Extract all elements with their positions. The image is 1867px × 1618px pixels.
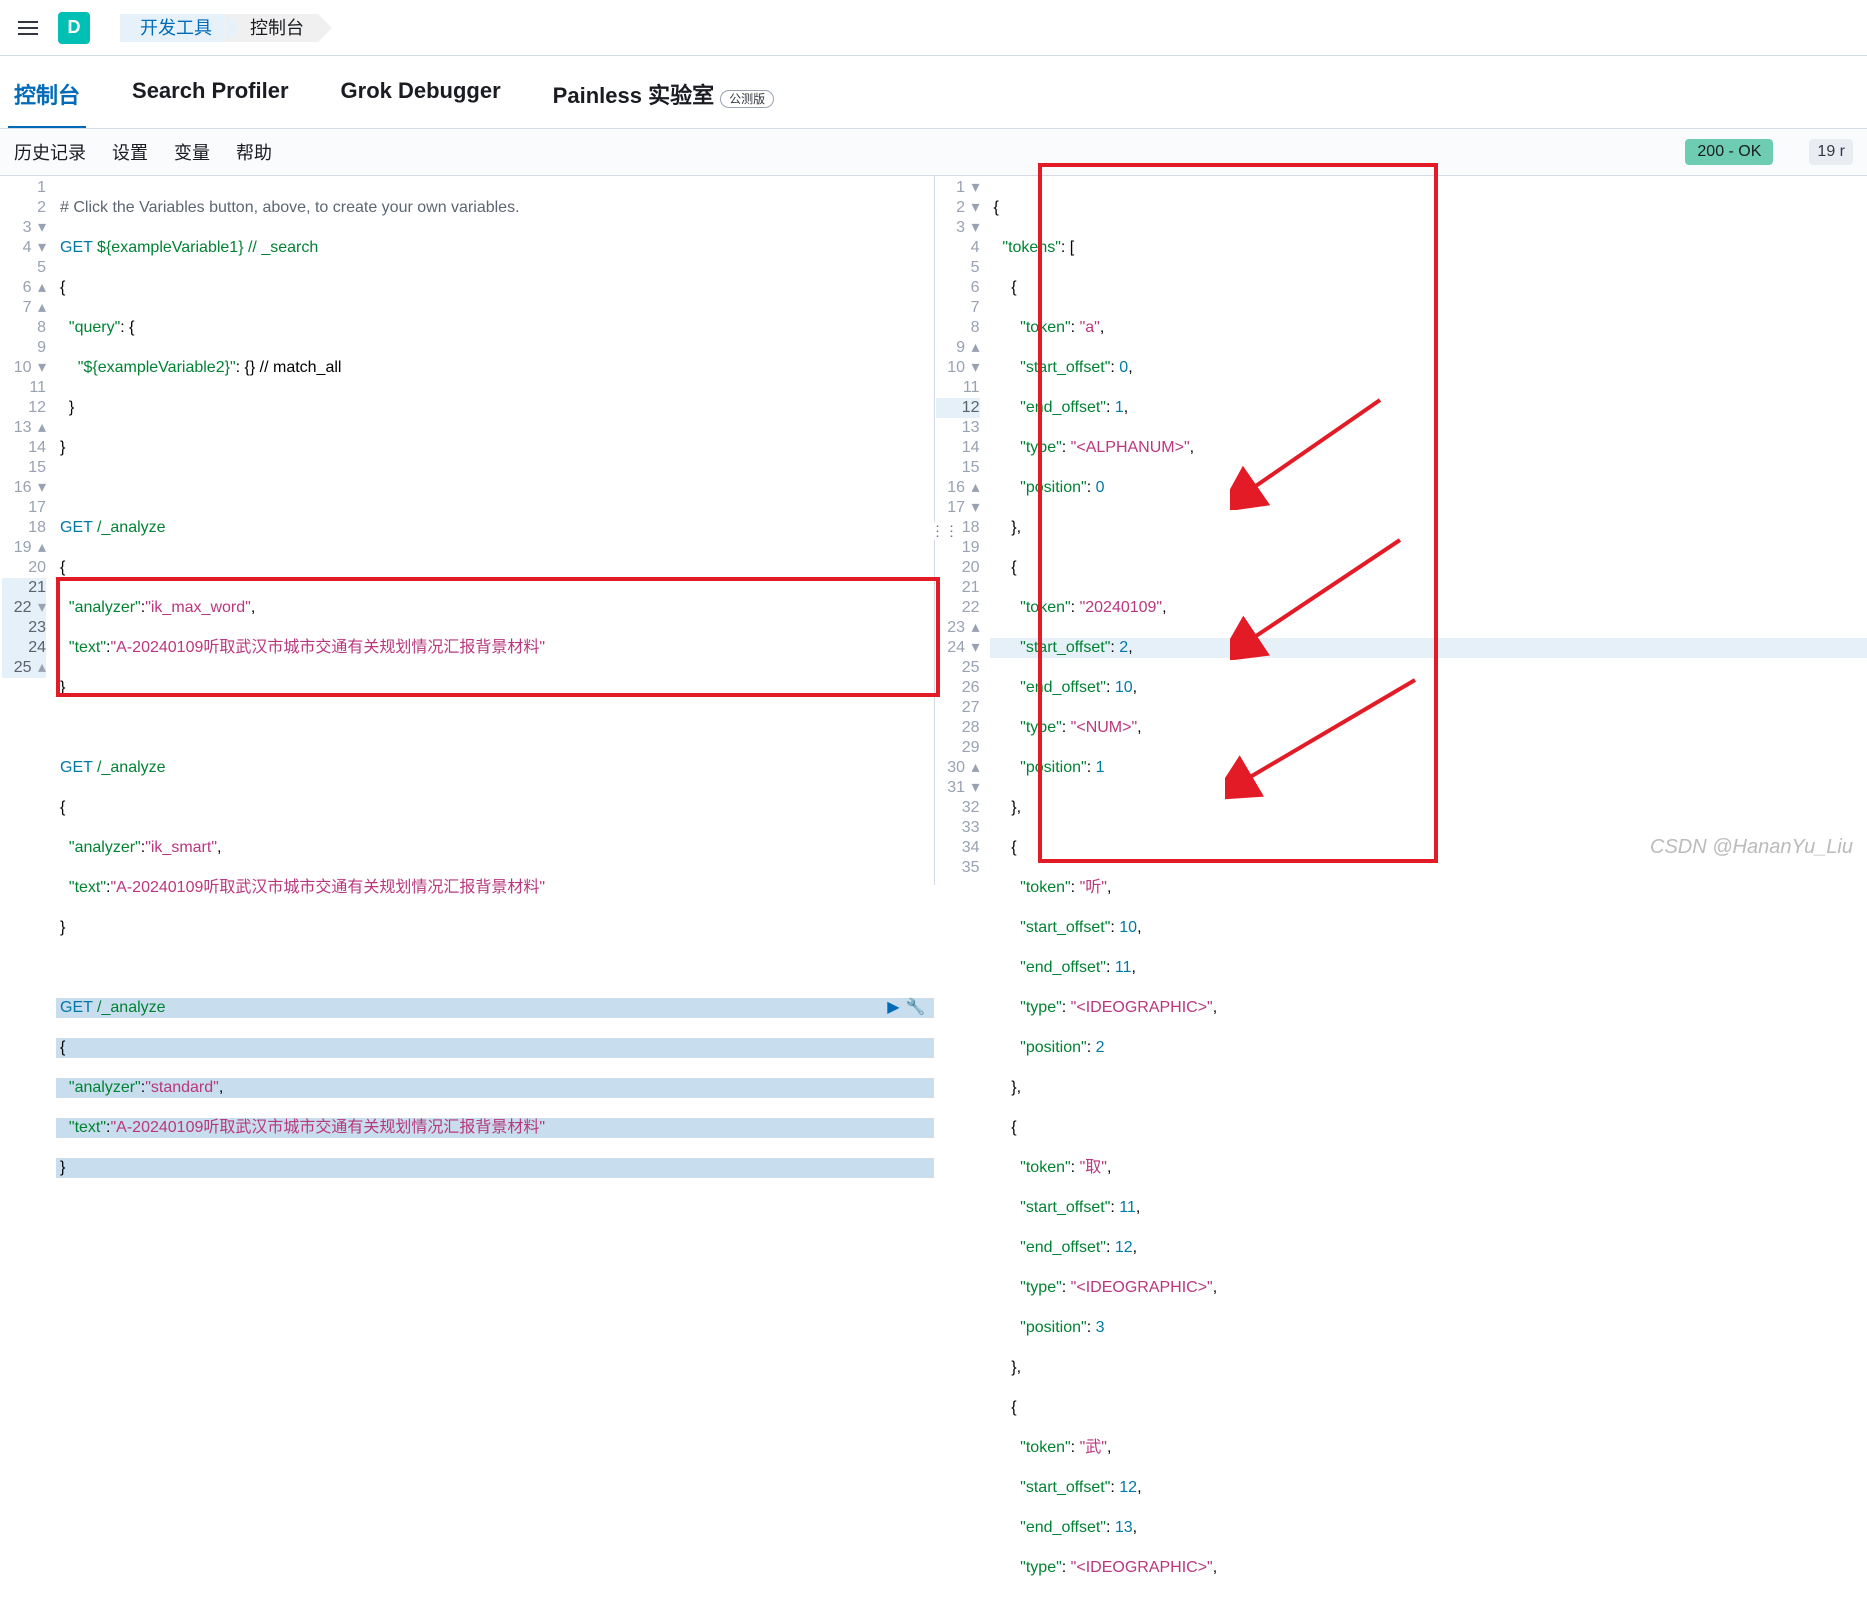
request-code[interactable]: # Click the Variables button, above, to … xyxy=(56,176,934,885)
status-badge: 200 - OK xyxy=(1685,139,1773,165)
request-gutter: 123 ▾4 ▾56 ▴7 ▴8910 ▾111213 ▴141516 ▾171… xyxy=(0,176,56,885)
toolbar-variables[interactable]: 变量 xyxy=(174,139,210,165)
toolbar-settings[interactable]: 设置 xyxy=(112,139,148,165)
toolbar-history[interactable]: 历史记录 xyxy=(14,139,86,165)
response-viewer[interactable]: 1 ▾2 ▾3 ▾456789 ▴10 ▾111213141516 ▴17 ▾1… xyxy=(934,176,1867,885)
breadcrumb: 开发工具 控制台 xyxy=(120,14,318,42)
hamburger-icon[interactable] xyxy=(12,15,44,41)
breadcrumb-devtools[interactable]: 开发工具 xyxy=(120,14,226,42)
tab-search-profiler[interactable]: Search Profiler xyxy=(126,70,295,128)
tab-console[interactable]: 控制台 xyxy=(8,70,86,128)
toolbar: 历史记录 设置 变量 帮助 200 - OK 19 r xyxy=(0,129,1867,176)
tab-grok-debugger[interactable]: Grok Debugger xyxy=(335,70,507,128)
workspace: 123 ▾4 ▾56 ▴7 ▴8910 ▾111213 ▴141516 ▾171… xyxy=(0,176,1867,885)
toolbar-help[interactable]: 帮助 xyxy=(236,139,272,165)
time-badge: 19 r xyxy=(1809,139,1853,165)
tab-bar: 控制台 Search Profiler Grok Debugger Painle… xyxy=(0,56,1867,129)
response-code: { "tokens": [ { "token": "a", "start_off… xyxy=(990,176,1867,885)
beta-badge: 公测版 xyxy=(720,90,774,108)
logo-badge[interactable]: D xyxy=(58,12,90,44)
request-editor[interactable]: 123 ▾4 ▾56 ▴7 ▴8910 ▾111213 ▴141516 ▾171… xyxy=(0,176,934,885)
resize-handle-icon[interactable]: ⋮⋮ xyxy=(931,522,959,539)
tab-painless-lab[interactable]: Painless 实验室公测版 xyxy=(547,70,780,128)
top-header: D 开发工具 控制台 xyxy=(0,0,1867,56)
run-icon[interactable]: ▶ xyxy=(887,998,899,1018)
wrench-icon[interactable]: 🔧 xyxy=(906,998,926,1018)
